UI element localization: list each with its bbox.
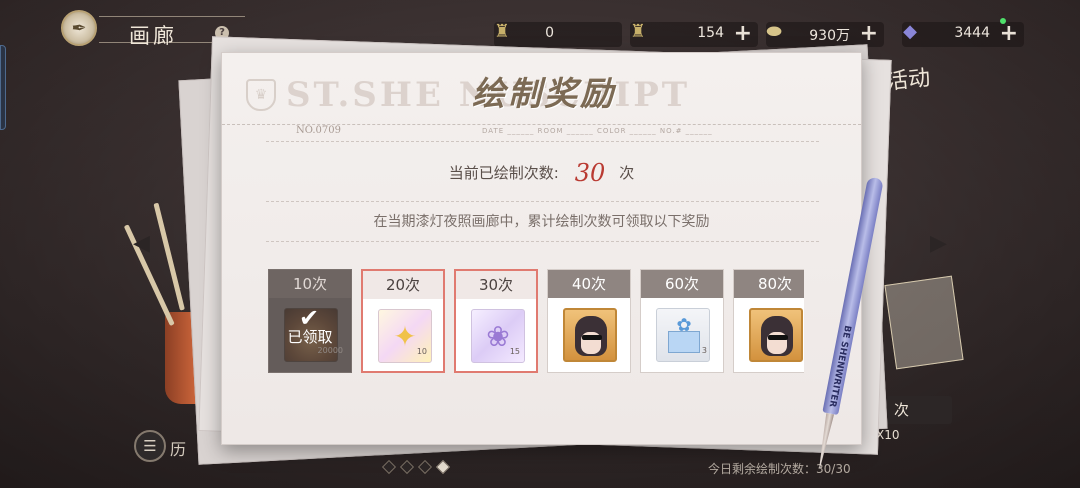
event-card[interactable] [884, 275, 964, 370]
history-label[interactable]: 历 [170, 436, 186, 460]
reward-panel: ♛ ST.SHE NUSCRIPT 绘制奖励 NO.0709 DATE ____… [221, 52, 862, 445]
draw-button[interactable]: 次 [880, 396, 952, 424]
reward-threshold: 10次 [269, 270, 351, 298]
pen-currency-icon: ♜ [629, 21, 647, 42]
draw-count: 当前已绘制次数: 30 次 [222, 159, 861, 187]
reward-threshold: 30次 [456, 271, 536, 299]
pen-currency-icon: ♜ [493, 21, 511, 42]
count-value: 30 [574, 159, 606, 187]
event-label[interactable]: 活动 [884, 60, 931, 96]
draw-label: 次 [894, 401, 910, 419]
page-dot[interactable] [435, 459, 451, 475]
serial-number: NO.0709 [296, 125, 341, 136]
divider [266, 141, 819, 142]
count-unit: 次 [619, 164, 635, 182]
reward-threshold: 20次 [363, 271, 443, 299]
reward-card-80[interactable]: 80次 [733, 269, 804, 373]
reward-qty: 15 [509, 347, 520, 356]
compass-icon[interactable]: ✒ [61, 10, 97, 46]
currency-value: 3444 [954, 25, 990, 41]
page-dot[interactable] [399, 459, 415, 475]
next-arrow-icon[interactable]: ▶ [930, 231, 947, 256]
reward-list: 10次 20000 ✔ 已领取 20次 ✦ 10 30次 ❀ 15 40次 60… [268, 269, 804, 379]
page-title: 画廊 [129, 24, 177, 48]
reward-card-10[interactable]: 10次 20000 ✔ 已领取 [268, 269, 352, 373]
reward-threshold: 60次 [641, 270, 723, 298]
divider [99, 16, 245, 17]
page-indicator [381, 459, 451, 475]
count-label: 当前已绘制次数: [448, 164, 559, 182]
currency-diamond: ◆ 3444 + [902, 21, 1024, 47]
notification-dot [1000, 18, 1006, 24]
avatar-frame-icon [563, 308, 617, 362]
avatar-frame-icon [749, 308, 803, 362]
currency-value: 154 [697, 25, 724, 41]
reward-qty: 10 [416, 347, 427, 356]
reward-threshold: 80次 [734, 270, 804, 298]
page-dot[interactable] [417, 459, 433, 475]
draw-multiplier: X10 [876, 428, 900, 442]
currency-value: 0 [545, 25, 554, 41]
crest-icon: ♛ [246, 79, 276, 111]
remaining-draws: 今日剩余绘制次数：30/30 [708, 462, 851, 476]
reward-card-40[interactable]: 40次 [547, 269, 631, 373]
claimed-label: 已领取 [287, 328, 333, 346]
add-coin-button[interactable]: + [860, 21, 878, 46]
reward-card-60[interactable]: 60次 ✿ 3 [640, 269, 724, 373]
prev-arrow-icon[interactable]: ◀ [133, 231, 150, 256]
reward-card-30[interactable]: 30次 ❀ 15 [454, 269, 538, 373]
reward-card-20[interactable]: 20次 ✦ 10 [361, 269, 445, 373]
history-icon[interactable]: ☰ [134, 430, 166, 462]
currency-pen-b: ♜ 154 + [630, 21, 758, 47]
side-tab[interactable] [0, 45, 6, 130]
form-fields: DATE ______ ROOM ______ COLOR ______ NO.… [482, 127, 713, 135]
divider [266, 241, 819, 242]
reward-threshold: 40次 [548, 270, 630, 298]
coin-icon: ⬬ [766, 21, 782, 42]
add-currency-button[interactable]: + [734, 21, 752, 46]
page-dot[interactable] [381, 459, 397, 475]
diamond-icon: ◆ [903, 21, 917, 42]
divider [266, 201, 819, 202]
currency-value: 930万 [809, 28, 850, 44]
reward-description: 在当期漆灯夜照画廊中，累计绘制次数可领取以下奖励 [373, 214, 710, 230]
add-diamond-button[interactable]: + [1000, 21, 1018, 46]
panel-title: 绘制奖励 [472, 74, 616, 113]
reward-qty: 3 [701, 346, 707, 355]
currency-pen-a: ♜ 0 [494, 21, 622, 47]
